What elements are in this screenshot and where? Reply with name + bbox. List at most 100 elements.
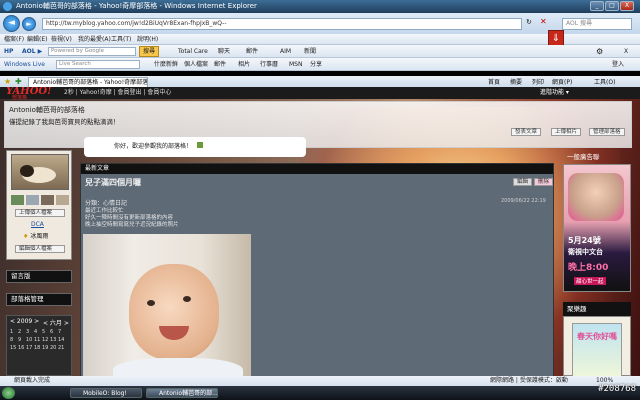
edit-profile-button[interactable]: 編輯個人檔案 — [15, 245, 65, 253]
toolbar2-item-whatsnew[interactable]: 什麼新鮮 — [154, 59, 178, 70]
maximize-button[interactable]: □ — [605, 1, 619, 11]
taskbar-item-mobile[interactable]: MobileO: Blog! — [70, 388, 142, 398]
close-button[interactable]: X — [620, 1, 634, 11]
cmd-print[interactable]: 列印 — [532, 77, 544, 86]
star-icon: ♦ — [23, 233, 29, 240]
cal-day[interactable]: 13 — [50, 336, 58, 344]
cal-day[interactable]: 14 — [58, 336, 66, 344]
post-article-button[interactable]: 發表文章 — [511, 128, 542, 136]
stop-icon[interactable]: ✕ — [540, 17, 547, 26]
guestbook-header[interactable]: 留言版 — [6, 270, 72, 283]
toolbar1-item-aim[interactable]: AIM — [280, 46, 291, 57]
toolbar1-item-chat[interactable]: 聊天 — [218, 46, 230, 57]
add-favorite-icon[interactable]: ✚ — [15, 77, 22, 86]
ad-cta-text[interactable]: 甜心世一起 — [574, 277, 606, 285]
toolbar1-item-news[interactable]: 新聞 — [304, 46, 316, 57]
upload-profile-button[interactable]: 上傳個人檔案 — [15, 209, 65, 217]
cal-day[interactable]: 8 — [10, 336, 18, 344]
menu-help[interactable]: 說明(H) — [137, 34, 158, 45]
cal-day[interactable]: 7 — [58, 328, 66, 336]
cal-day[interactable]: 11 — [34, 336, 42, 344]
menu-favorites[interactable]: 我的最愛(A) — [78, 34, 111, 45]
search-input[interactable]: AOL 搜尋 — [562, 18, 632, 30]
menu-view[interactable]: 檢視(V) — [51, 34, 72, 45]
live-search-input[interactable]: Live Search — [56, 60, 140, 69]
cmd-page[interactable]: 網頁(P) — [552, 77, 572, 86]
login-link[interactable]: 登入 — [612, 59, 624, 70]
toolbar2-item-photos[interactable]: 相片 — [238, 59, 250, 70]
ad-time-text: 晚上8:00 — [568, 263, 609, 273]
menu-file[interactable]: 檔案(F) — [4, 34, 24, 45]
cmd-home[interactable]: 首頁 — [488, 77, 500, 86]
toolbar1-close-icon[interactable]: X — [624, 46, 628, 57]
blog-management-header[interactable]: 部落格管理 — [6, 293, 72, 306]
thumb-2[interactable] — [26, 195, 39, 205]
cal-day[interactable]: 12 — [42, 336, 50, 344]
blog-subtitle: 僅提紀錄了我與芭哥寶貝的點點滴滴！ — [9, 118, 120, 126]
cmd-tools[interactable]: 工具(O) — [594, 77, 615, 86]
edit-article-button[interactable]: 編輯 — [513, 178, 533, 186]
hp-icon[interactable]: HP — [4, 46, 13, 57]
download-arrow-icon[interactable]: ⇓ — [548, 30, 564, 46]
cal-day[interactable]: 16 — [18, 344, 26, 352]
cmd-feeds[interactable]: 摘要 — [510, 77, 522, 86]
taskbar-item-ie[interactable]: Antonio輔芭哥的部... — [146, 388, 218, 398]
cal-day[interactable]: 6 — [50, 328, 58, 336]
toolbar2-item-profile[interactable]: 個人檔案 — [184, 59, 208, 70]
advanced-features-link[interactable]: 進階功能 ▾ — [540, 87, 569, 99]
windows-live-label[interactable]: Windows Live — [4, 59, 45, 70]
manage-blog-button[interactable]: 管理部落格 — [589, 128, 625, 136]
aol-search-button[interactable]: 搜尋 — [139, 46, 160, 57]
delete-article-button[interactable]: 刪除 — [534, 178, 554, 186]
thumb-4[interactable] — [56, 195, 69, 205]
cal-day[interactable]: 3 — [26, 328, 34, 336]
menu-tools[interactable]: 工具(T) — [111, 34, 131, 45]
cal-day[interactable]: 20 — [50, 344, 58, 352]
profile-photo-dog[interactable] — [11, 154, 69, 190]
thumb-3[interactable] — [41, 195, 54, 205]
gear-icon[interactable]: ⚙ — [596, 46, 603, 57]
start-button-icon[interactable] — [2, 387, 15, 399]
toolbar2-item-msn[interactable]: MSN — [289, 59, 302, 70]
article-category[interactable]: 分類：心情日記 — [85, 198, 127, 207]
toolbar1-item-totalcare[interactable]: Total Care — [178, 46, 208, 57]
toolbar2-item-mail[interactable]: 郵件 — [214, 59, 226, 70]
cal-day[interactable]: 18 — [34, 344, 42, 352]
cal-day[interactable]: 15 — [10, 344, 18, 352]
cal-day[interactable]: 9 — [18, 336, 26, 344]
cal-day[interactable]: 4 — [34, 328, 42, 336]
security-zone[interactable]: 網際網路 | 受保護模式：啟動 — [490, 376, 568, 386]
active-tab[interactable]: Antonio輔芭哥的部落格 - Yahoo!奇摩部落格 — [28, 77, 148, 87]
refresh-icon[interactable]: ↻ — [526, 18, 532, 26]
aol-search-input[interactable]: Powered by Google — [48, 47, 136, 56]
tv-ad[interactable]: 5月24號 衛視中文台 晚上8:00 甜心世一起 — [563, 164, 631, 292]
cal-day[interactable]: 21 — [58, 344, 66, 352]
yahoo-top-links[interactable]: 2秒 | Yahoo!奇摩 | 會員登出 | 會員中心 — [64, 87, 171, 99]
minimize-button[interactable]: _ — [590, 1, 604, 11]
article-title[interactable]: 兒子滿四個月囉 — [85, 177, 141, 188]
cal-day[interactable]: 2 — [18, 328, 26, 336]
cal-day[interactable]: 1 — [10, 328, 18, 336]
aol-label[interactable]: AOL ▶ — [22, 46, 42, 57]
thumb-1[interactable] — [11, 195, 24, 205]
book-ad[interactable]: 春天你好嗎 — [563, 316, 631, 376]
toolbar2-item-calendar[interactable]: 行事曆 — [260, 59, 278, 70]
back-button[interactable]: ◄ — [3, 15, 20, 32]
cal-day[interactable]: 17 — [26, 344, 34, 352]
cal-day[interactable]: 10 — [26, 336, 34, 344]
forward-button[interactable]: ► — [22, 17, 36, 31]
menu-edit[interactable]: 編輯(E) — [27, 34, 47, 45]
address-input[interactable]: http://tw.myblog.yahoo.com/jw!d2BiUqVr8E… — [42, 18, 522, 30]
favorites-star-icon[interactable]: ★ — [4, 77, 11, 86]
toolbar2-item-share[interactable]: 分享 — [310, 59, 322, 70]
cal-day[interactable]: 19 — [42, 344, 50, 352]
calendar-year[interactable]: < 2009 > — [10, 318, 39, 325]
baby-photo[interactable] — [83, 234, 251, 376]
toolbar1-item-mail[interactable]: 郵件 — [246, 46, 258, 57]
profile-name[interactable]: DCA — [31, 221, 44, 228]
blog-title[interactable]: Antonio輔芭哥的部落格 — [9, 105, 85, 115]
calendar-month[interactable]: < 六月 > — [43, 318, 69, 327]
cal-day[interactable]: 5 — [42, 328, 50, 336]
latest-article: 最新文章 兒子滿四個月囉 編輯 刪除 分類：心情日記 2009/06/22 22… — [80, 163, 554, 376]
upload-photo-button[interactable]: 上傳相片 — [551, 128, 582, 136]
